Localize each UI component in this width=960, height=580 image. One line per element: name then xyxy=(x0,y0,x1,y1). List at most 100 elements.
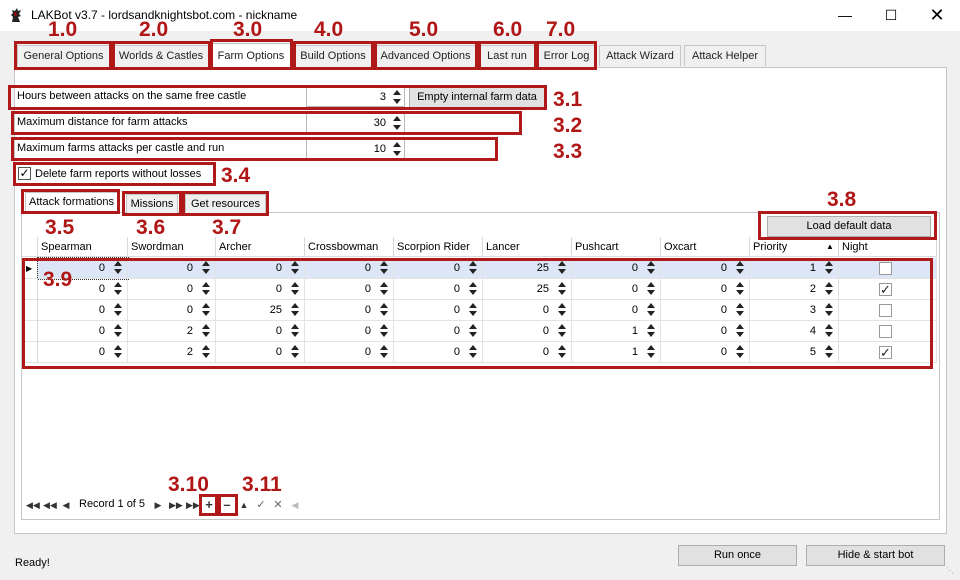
spinner-arrows-icon[interactable] xyxy=(291,344,299,359)
spinner-arrows-icon[interactable] xyxy=(825,260,833,275)
spinner-arrows-icon[interactable] xyxy=(291,302,299,317)
column-header-pushcart[interactable]: Pushcart xyxy=(572,237,661,257)
tab-general-options[interactable]: General Options xyxy=(17,45,110,66)
spinner-arrows-icon[interactable] xyxy=(469,281,477,296)
max-distance-field[interactable]: 30 xyxy=(306,113,405,133)
spinner-arrows-icon[interactable] xyxy=(202,302,210,317)
table-row[interactable]: 0 2 0 0 0 0 1 0 4 xyxy=(22,321,937,342)
spinner-arrows-icon[interactable] xyxy=(393,115,401,131)
spinner-arrows-icon[interactable] xyxy=(380,344,388,359)
grid-cell[interactable]: 0 xyxy=(38,342,128,363)
nav-next-icon[interactable]: ▶ xyxy=(152,498,164,512)
spinner-arrows-icon[interactable] xyxy=(647,302,655,317)
grid-cell[interactable]: 0 xyxy=(216,258,305,279)
spinner-arrows-icon[interactable] xyxy=(380,260,388,275)
night-checkbox[interactable]: ✓ xyxy=(879,346,892,359)
grid-cell[interactable]: 0 xyxy=(128,279,216,300)
grid-cell[interactable]: 0 xyxy=(305,321,394,342)
grid-cell[interactable]: 0 xyxy=(572,279,661,300)
tab-error-log[interactable]: Error Log xyxy=(538,45,595,66)
column-header-swordman[interactable]: Swordman xyxy=(128,237,216,257)
tab-worlds-castles[interactable]: Worlds & Castles xyxy=(113,45,209,66)
spinner-arrows-icon[interactable] xyxy=(736,344,744,359)
spinner-arrows-icon[interactable] xyxy=(558,344,566,359)
night-checkbox[interactable]: ✓ xyxy=(879,283,892,296)
column-header-archer[interactable]: Archer xyxy=(216,237,305,257)
spinner-arrows-icon[interactable] xyxy=(736,302,744,317)
run-once-button[interactable]: Run once xyxy=(678,545,797,566)
tab-get-resources[interactable]: Get resources xyxy=(185,194,266,214)
grid-cell[interactable]: 25 xyxy=(483,258,572,279)
spinner-arrows-icon[interactable] xyxy=(558,281,566,296)
spinner-arrows-icon[interactable] xyxy=(114,281,122,296)
tab-attack-wizard[interactable]: Attack Wizard xyxy=(599,45,681,66)
spinner-arrows-icon[interactable] xyxy=(736,260,744,275)
grid-cell[interactable]: 4 xyxy=(750,321,839,342)
grid-cell[interactable]: 2 xyxy=(128,342,216,363)
spinner-arrows-icon[interactable] xyxy=(114,260,122,275)
remove-record-icon[interactable]: – xyxy=(221,498,233,512)
grid-cell[interactable]: 0 xyxy=(38,300,128,321)
grid-cell[interactable]: 0 xyxy=(572,258,661,279)
apply-edit-icon[interactable]: ✓ xyxy=(255,498,267,512)
grid-cell[interactable]: 0 xyxy=(394,342,483,363)
spinner-arrows-icon[interactable] xyxy=(393,89,401,105)
grid-cell[interactable]: 0 xyxy=(305,342,394,363)
tab-farm-options[interactable]: Farm Options xyxy=(211,43,291,68)
spinner-arrows-icon[interactable] xyxy=(114,302,122,317)
empty-farm-data-button[interactable]: Empty internal farm data xyxy=(409,86,545,108)
spinner-arrows-icon[interactable] xyxy=(825,323,833,338)
spinner-arrows-icon[interactable] xyxy=(469,344,477,359)
spinner-arrows-icon[interactable] xyxy=(736,323,744,338)
grid-cell[interactable]: 1 xyxy=(750,258,839,279)
tab-missions[interactable]: Missions xyxy=(126,194,178,214)
spinner-arrows-icon[interactable] xyxy=(202,281,210,296)
grid-cell[interactable]: 0 xyxy=(483,300,572,321)
grid-cell[interactable]: 1 xyxy=(572,342,661,363)
close-icon[interactable]: ✕ xyxy=(914,0,960,31)
move-up-icon[interactable]: ▲ xyxy=(238,498,250,512)
table-row[interactable]: 0 0 25 0 0 0 0 0 3 xyxy=(22,300,937,321)
grid-cell[interactable]: 0 xyxy=(661,279,750,300)
grid-cell[interactable]: 0 xyxy=(38,321,128,342)
spinner-arrows-icon[interactable] xyxy=(202,323,210,338)
grid-cell[interactable]: 0 xyxy=(305,279,394,300)
max-farms-field[interactable]: 10 xyxy=(306,139,405,159)
spinner-arrows-icon[interactable] xyxy=(558,260,566,275)
cancel-edit-icon[interactable]: ✕ xyxy=(272,498,284,512)
spinner-arrows-icon[interactable] xyxy=(736,281,744,296)
row-header[interactable] xyxy=(22,279,38,300)
tab-last-run[interactable]: Last run xyxy=(479,45,535,66)
grid-cell[interactable]: 0 xyxy=(216,279,305,300)
spinner-arrows-icon[interactable] xyxy=(114,344,122,359)
grid-cell[interactable]: 0 xyxy=(394,279,483,300)
maximize-icon[interactable]: ☐ xyxy=(868,0,914,31)
nav-next-page-icon[interactable]: ▶▶ xyxy=(169,498,183,512)
grid-cell[interactable]: 0 xyxy=(661,300,750,321)
column-header-night[interactable]: Night xyxy=(839,237,937,257)
column-header-priority[interactable]: Priority ▲ xyxy=(750,237,839,257)
night-checkbox[interactable] xyxy=(879,304,892,317)
spinner-arrows-icon[interactable] xyxy=(825,281,833,296)
spinner-arrows-icon[interactable] xyxy=(291,323,299,338)
grid-cell[interactable]: 0 xyxy=(128,300,216,321)
delete-reports-checkbox[interactable]: ✓ xyxy=(18,167,31,180)
spinner-arrows-icon[interactable] xyxy=(380,281,388,296)
night-checkbox[interactable] xyxy=(879,262,892,275)
spinner-arrows-icon[interactable] xyxy=(558,302,566,317)
minimize-icon[interactable]: — xyxy=(822,0,868,31)
night-checkbox[interactable] xyxy=(879,325,892,338)
grid-cell[interactable]: 0 xyxy=(305,258,394,279)
spinner-arrows-icon[interactable] xyxy=(647,323,655,338)
grid-cell[interactable]: 0 xyxy=(483,342,572,363)
spinner-arrows-icon[interactable] xyxy=(380,302,388,317)
spinner-arrows-icon[interactable] xyxy=(202,260,210,275)
hours-between-attacks-field[interactable]: 3 xyxy=(306,87,405,107)
column-header-crossbowman[interactable]: Crossbowman xyxy=(305,237,394,257)
spinner-arrows-icon[interactable] xyxy=(825,344,833,359)
spinner-arrows-icon[interactable] xyxy=(647,344,655,359)
nav-first-icon[interactable]: ◀◀ xyxy=(26,498,40,512)
hide-start-bot-button[interactable]: Hide & start bot xyxy=(806,545,945,566)
grid-cell[interactable]: 1 xyxy=(572,321,661,342)
column-header-lancer[interactable]: Lancer xyxy=(483,237,572,257)
